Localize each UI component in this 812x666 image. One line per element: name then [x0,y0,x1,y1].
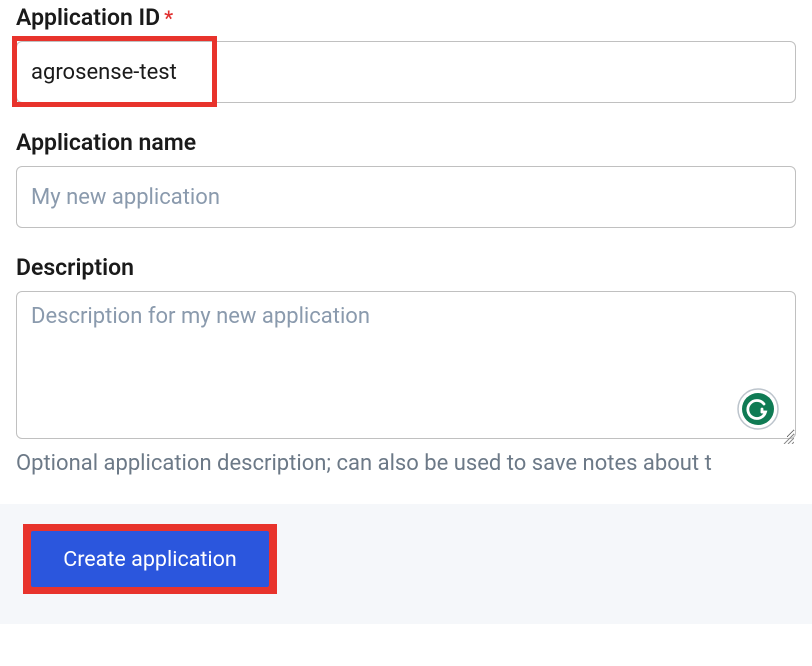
application-id-input[interactable] [16,41,796,103]
create-application-button[interactable]: Create application [31,531,269,587]
application-name-input[interactable] [16,166,796,228]
application-id-label-text: Application ID [16,4,160,31]
footer-action-bar: Create application [0,504,812,624]
description-label-text: Description [16,254,134,281]
description-label: Description [16,254,796,281]
description-textarea[interactable] [16,291,796,439]
application-id-label: Application ID * [16,4,796,31]
description-help-text: Optional application description; can al… [16,451,796,476]
application-name-label-text: Application name [16,129,196,156]
required-mark: * [164,6,173,30]
application-name-label: Application name [16,129,796,156]
